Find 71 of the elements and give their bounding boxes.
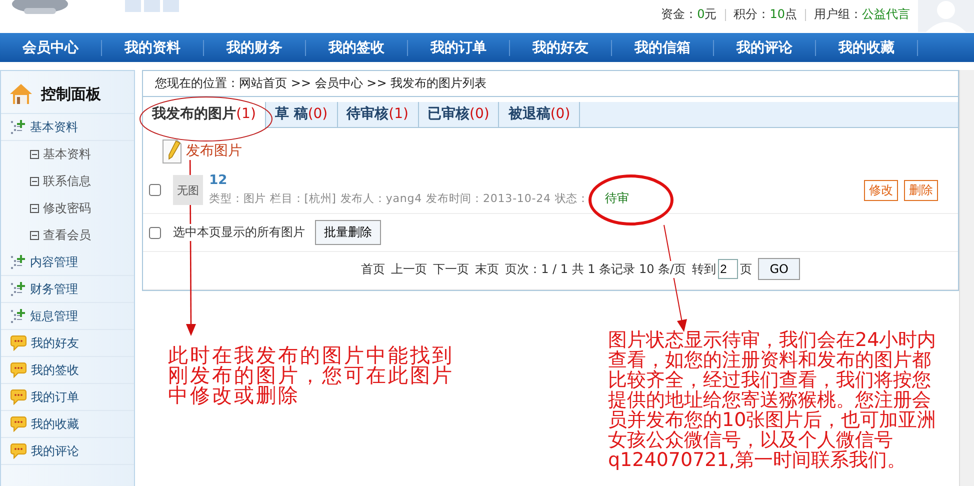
chat-icon — [10, 389, 27, 405]
nav-item[interactable]: 我的订单 — [408, 40, 510, 56]
checkbox[interactable] — [149, 184, 162, 196]
sidebar-item[interactable]: 我的好友 — [31, 334, 79, 352]
annotation-text: 此时在我发布的图片中能找到刚发布的图片，您可在此图片中修改或删除 — [168, 345, 455, 405]
sidebar-item[interactable]: 短息管理 — [30, 308, 78, 324]
select-all-label: 选中本页显示的所有图片 — [173, 224, 306, 241]
item-title[interactable]: 12 — [209, 173, 228, 188]
tab[interactable]: 已审核(0) — [418, 102, 500, 127]
nav-item[interactable]: 我的收藏 — [816, 40, 918, 56]
sidebar-item[interactable]: 我的订单 — [31, 388, 79, 406]
tab[interactable]: 被退稿(0) — [499, 102, 580, 127]
collapse-icon — [30, 231, 39, 240]
nav-item[interactable]: 我的评论 — [714, 40, 816, 56]
sidebar-item[interactable]: 我的评论 — [31, 442, 79, 460]
tree-add-icon — [10, 281, 26, 297]
sidebar-item[interactable]: 基本资料 — [30, 118, 78, 136]
nav-item[interactable]: 我的信箱 — [612, 40, 714, 56]
nav-item[interactable]: 我的好友 — [510, 40, 612, 56]
page-suffix: 页 — [740, 260, 752, 278]
pager-info: 页次：1 / 1 共 1 条记录 10 条/页 — [505, 260, 686, 278]
account-stat: 积分：10点 — [734, 6, 797, 23]
thumbnail: 无图 — [173, 175, 204, 205]
pager-link[interactable]: 上一页 — [391, 260, 428, 278]
sidebar-item[interactable]: 内容管理 — [30, 254, 78, 270]
collapse-icon — [30, 150, 39, 159]
chat-icon — [10, 416, 27, 432]
sidebar-subitem[interactable]: 修改密码 — [43, 200, 91, 217]
item-meta: 类型：图片 栏目：[杭州] 发布人：yang4 发布时间：2013-10-24 状态： — [209, 191, 589, 206]
sidebar-item[interactable]: 我的收藏 — [31, 416, 79, 432]
tree-add-icon — [10, 119, 26, 135]
logo-icon — [10, 0, 180, 16]
collapse-icon — [30, 204, 39, 213]
sidebar-subitem[interactable]: 基本资料 — [43, 146, 91, 163]
page-input[interactable]: 2 — [718, 259, 738, 279]
sidebar-subitem[interactable]: 查看会员 — [43, 227, 91, 244]
chat-icon — [10, 335, 27, 351]
sidebar-subitem[interactable]: 联系信息 — [43, 173, 91, 190]
sidebar-title: 控制面板 — [41, 84, 101, 104]
breadcrumb: 您现在的位置：网站首页 >> 会员中心 >> 我发布的图片列表 — [143, 71, 958, 97]
go-button[interactable]: GO — [758, 258, 800, 280]
pager-link[interactable]: 下一页 — [433, 260, 470, 278]
account-stat: 用户组：公益代言 — [814, 6, 910, 23]
sidebar-item[interactable]: 财务管理 — [30, 280, 78, 298]
chat-icon — [10, 362, 27, 378]
account-stat: 资金：0元 — [661, 6, 717, 23]
tab[interactable]: 我发布的图片(1) — [143, 102, 266, 128]
goto-label: 转到 — [692, 260, 716, 278]
house-icon — [9, 83, 33, 105]
action-button[interactable]: 删除 — [904, 180, 938, 200]
item-status: 待审 — [605, 190, 629, 207]
annotation-text: 图片状态显示待审，我们会在24小时内查看，如您的注册资料和发布的图片都比较齐全，经过我们查看，我们将按您提供的地址给您寄送猕猴桃。您注册会员并发布您的10张图片后，也可加亚洲女孩公众微信号，以及个人微信号q124070721,第一时间联系我们。 — [608, 330, 938, 470]
pager-link[interactable]: 首页 — [361, 260, 386, 278]
action-button[interactable]: 修改 — [864, 180, 898, 200]
edit-note-icon — [162, 138, 184, 164]
tab[interactable]: 草 稿(0) — [266, 102, 338, 127]
publish-link[interactable]: 发布图片 — [186, 142, 242, 160]
nav-item[interactable]: 会员中心 — [0, 40, 102, 56]
tab[interactable]: 待审核(1) — [338, 102, 418, 127]
pager-link[interactable]: 末页 — [475, 260, 500, 278]
tree-add-icon — [10, 308, 26, 324]
nav-item[interactable]: 我的签收 — [306, 40, 408, 56]
tree-add-icon — [10, 254, 26, 270]
collapse-icon — [30, 177, 39, 186]
bulk-delete-button[interactable]: 批量删除 — [315, 220, 382, 245]
scrollbar[interactable] — [959, 70, 974, 486]
nav-item[interactable]: 我的资料 — [102, 40, 204, 56]
nav-item[interactable]: 我的财务 — [204, 40, 306, 56]
checkbox[interactable] — [149, 226, 162, 238]
sidebar-item[interactable]: 我的签收 — [31, 362, 79, 378]
chat-icon — [10, 443, 27, 459]
